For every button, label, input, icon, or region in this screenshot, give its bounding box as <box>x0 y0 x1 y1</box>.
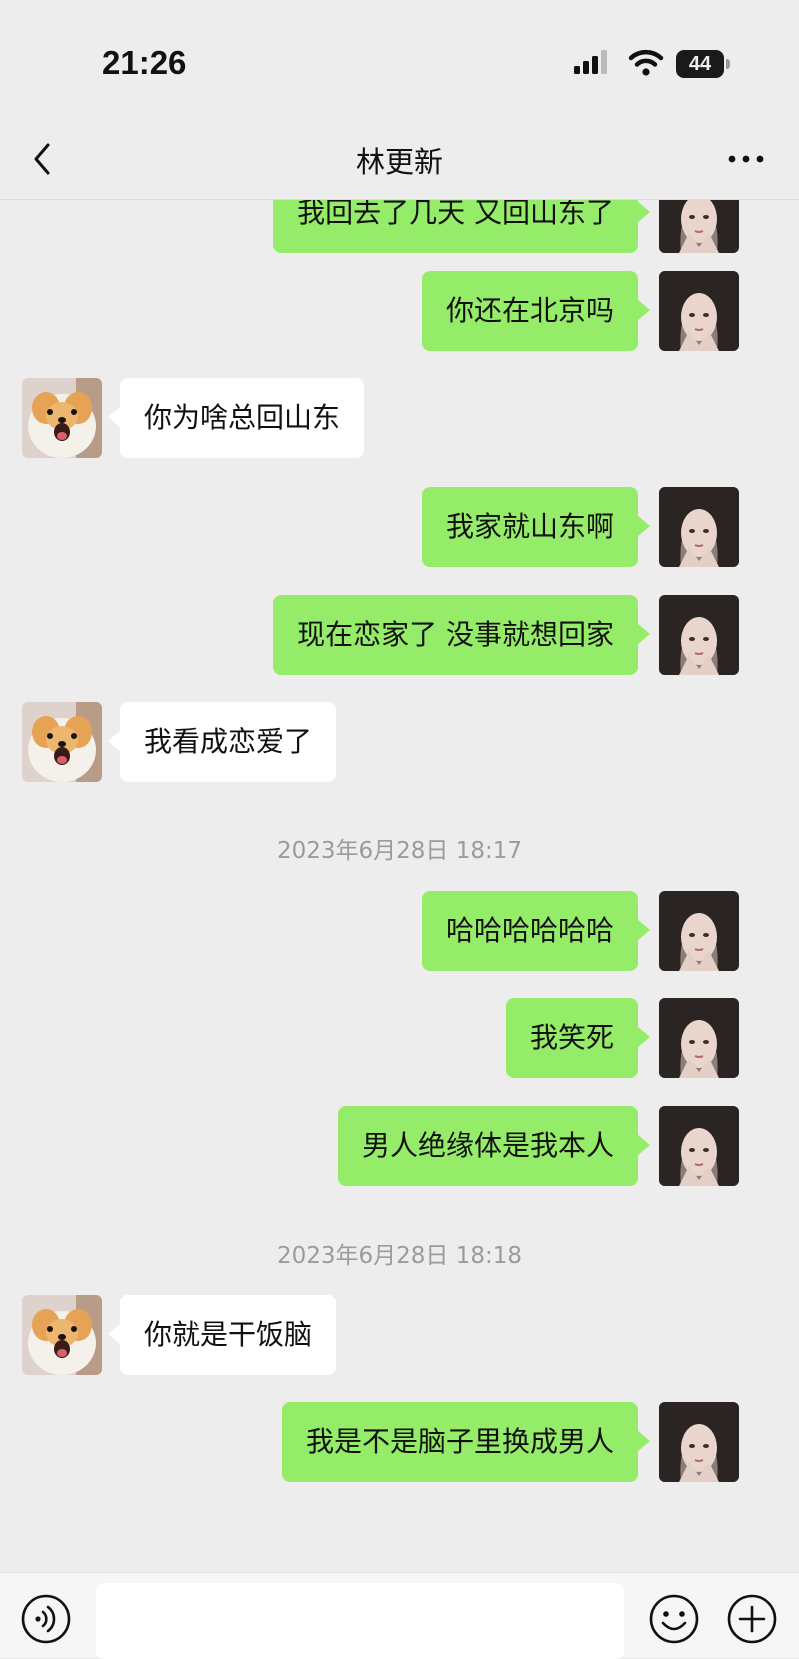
message-input[interactable] <box>96 1583 624 1659</box>
message-bubble[interactable]: 男人绝缘体是我本人 <box>337 1106 651 1186</box>
message-bubble[interactable]: 你为啥总回山东 <box>107 378 365 458</box>
message-bubble[interactable]: 你还在北京吗 <box>421 271 651 351</box>
message-bubble[interactable]: 我看成恋爱了 <box>107 702 337 782</box>
plus-icon[interactable] <box>726 1593 778 1645</box>
message-bubble[interactable]: 你就是干饭脑 <box>107 1295 337 1375</box>
my-avatar[interactable] <box>659 200 739 253</box>
chat-header: 林更新 <box>0 125 799 200</box>
message-bubble[interactable]: 哈哈哈哈哈哈 <box>421 891 651 971</box>
sent-message: 我家就山东啊 <box>0 487 799 567</box>
received-message: 你就是干饭脑 <box>0 1295 799 1375</box>
more-dots-icon[interactable] <box>726 153 766 165</box>
my-avatar[interactable] <box>659 487 739 567</box>
message-timestamp: 2023年6月28日 18:17 <box>276 838 523 864</box>
contact-avatar[interactable] <box>22 378 102 458</box>
voice-icon[interactable] <box>20 1593 72 1645</box>
message-bubble[interactable]: 我家就山东啊 <box>421 487 651 567</box>
battery-indicator: 44 <box>676 50 730 78</box>
emoji-icon[interactable] <box>648 1593 700 1645</box>
sent-message: 我是不是脑子里换成男人 <box>0 1402 799 1482</box>
sent-message: 男人绝缘体是我本人 <box>0 1106 799 1186</box>
battery-level: 44 <box>676 50 724 78</box>
chat-title: 林更新 <box>355 145 443 179</box>
chat-input-bar <box>0 1572 799 1659</box>
status-bar: 21:26 44 <box>0 0 799 125</box>
sent-message: 你还在北京吗 <box>0 271 799 351</box>
chat-message-list[interactable]: 我回去了几天 又回山东了你还在北京吗 你为啥总回山东 我家就山东啊现在恋家了 没事就… <box>0 200 799 1572</box>
my-avatar[interactable] <box>659 1106 739 1186</box>
contact-avatar[interactable] <box>22 1295 102 1375</box>
contact-avatar[interactable] <box>22 702 102 782</box>
my-avatar[interactable] <box>659 595 739 675</box>
sent-message: 我笑死 <box>0 998 799 1078</box>
status-time: 21:26 <box>102 44 187 81</box>
sent-message: 我回去了几天 又回山东了 <box>0 200 799 253</box>
sent-message: 哈哈哈哈哈哈 <box>0 891 799 971</box>
cellular-signal-icon <box>574 50 607 74</box>
my-avatar[interactable] <box>659 271 739 351</box>
sent-message: 现在恋家了 没事就想回家 <box>0 595 799 675</box>
message-bubble[interactable]: 现在恋家了 没事就想回家 <box>273 595 650 675</box>
my-avatar[interactable] <box>659 1402 739 1482</box>
my-avatar[interactable] <box>659 891 739 971</box>
received-message: 我看成恋爱了 <box>0 702 799 782</box>
message-timestamp: 2023年6月28日 18:18 <box>276 1243 523 1269</box>
my-avatar[interactable] <box>659 998 739 1078</box>
message-bubble[interactable]: 我回去了几天 又回山东了 <box>273 200 650 253</box>
wifi-icon <box>628 49 664 76</box>
message-bubble[interactable]: 我笑死 <box>505 998 651 1078</box>
message-bubble[interactable]: 我是不是脑子里换成男人 <box>281 1402 651 1482</box>
received-message: 你为啥总回山东 <box>0 378 799 458</box>
